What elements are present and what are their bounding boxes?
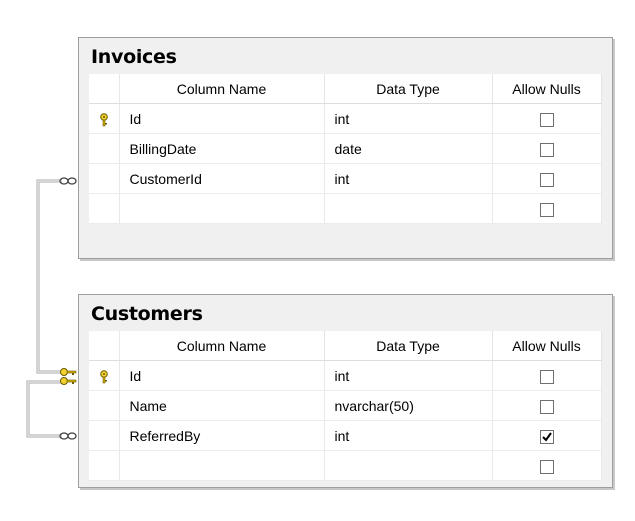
column-name-cell[interactable] <box>119 450 325 481</box>
customers-table[interactable]: Customers Column Name Data Type Allow Nu… <box>78 294 613 488</box>
table-row[interactable] <box>89 450 602 481</box>
primary-key-icon <box>89 103 120 134</box>
data-type-cell[interactable]: int <box>324 420 493 451</box>
column-name-cell[interactable]: Id <box>119 360 325 391</box>
data-type-cell[interactable]: date <box>324 133 493 164</box>
column-name-header: Column Name <box>119 331 325 361</box>
allow-nulls-checkbox[interactable] <box>539 369 554 384</box>
header-row: Column Name Data Type Allow Nulls <box>89 331 602 361</box>
column-name-cell[interactable]: CustomerId <box>119 163 325 194</box>
allow-nulls-checkbox[interactable] <box>539 202 554 217</box>
primary-key-icon <box>89 360 120 391</box>
table-title[interactable]: Invoices <box>91 46 177 68</box>
key-icon <box>60 368 77 376</box>
column-name-cell[interactable]: Id <box>119 103 325 134</box>
row-selector-header <box>89 331 120 361</box>
table-row[interactable]: Id int <box>89 360 602 391</box>
allow-nulls-header: Allow Nulls <box>492 331 602 361</box>
table-title[interactable]: Customers <box>91 303 203 325</box>
row-selector-header <box>89 74 120 104</box>
key-icon <box>60 377 77 385</box>
row-selector[interactable] <box>89 420 120 451</box>
column-grid: Column Name Data Type Allow Nulls Id int… <box>89 74 602 224</box>
row-selector[interactable] <box>89 450 120 481</box>
allow-nulls-checkbox[interactable] <box>539 112 554 127</box>
data-type-cell[interactable] <box>324 193 493 224</box>
allow-nulls-checkbox[interactable] <box>539 142 554 157</box>
row-selector[interactable] <box>89 163 120 194</box>
data-type-cell[interactable]: nvarchar(50) <box>324 390 493 421</box>
column-name-cell[interactable] <box>119 193 325 224</box>
table-row[interactable]: CustomerId int <box>89 163 602 194</box>
table-row[interactable]: BillingDate date <box>89 133 602 164</box>
data-type-cell[interactable]: int <box>324 360 493 391</box>
column-name-cell[interactable]: Name <box>119 390 325 421</box>
column-name-cell[interactable]: BillingDate <box>119 133 325 164</box>
header-row: Column Name Data Type Allow Nulls <box>89 74 602 104</box>
table-row[interactable]: ReferredBy int <box>89 420 602 451</box>
table-row[interactable]: Id int <box>89 103 602 134</box>
row-selector[interactable] <box>89 133 120 164</box>
column-name-cell[interactable]: ReferredBy <box>119 420 325 451</box>
invoices-table[interactable]: Invoices Column Name Data Type Allow Nul… <box>78 37 613 259</box>
relationship-customers-self[interactable] <box>26 380 62 438</box>
column-name-header: Column Name <box>119 74 325 104</box>
allow-nulls-checkbox[interactable] <box>539 459 554 474</box>
allow-nulls-checkbox[interactable] <box>539 399 554 414</box>
data-type-cell[interactable]: int <box>324 103 493 134</box>
table-row[interactable] <box>89 193 602 224</box>
column-grid: Column Name Data Type Allow Nulls Id int… <box>89 331 602 481</box>
data-type-header: Data Type <box>324 74 493 104</box>
checkmark-icon <box>541 432 552 442</box>
infinity-icon <box>59 432 77 440</box>
allow-nulls-checkbox-checked[interactable] <box>539 429 554 444</box>
row-selector[interactable] <box>89 193 120 224</box>
data-type-header: Data Type <box>324 331 493 361</box>
allow-nulls-header: Allow Nulls <box>492 74 602 104</box>
data-type-cell[interactable]: int <box>324 163 493 194</box>
table-row[interactable]: Name nvarchar(50) <box>89 390 602 421</box>
relationship-invoices-customers[interactable] <box>36 179 62 374</box>
infinity-icon <box>59 177 77 185</box>
row-selector[interactable] <box>89 390 120 421</box>
allow-nulls-checkbox[interactable] <box>539 172 554 187</box>
data-type-cell[interactable] <box>324 450 493 481</box>
